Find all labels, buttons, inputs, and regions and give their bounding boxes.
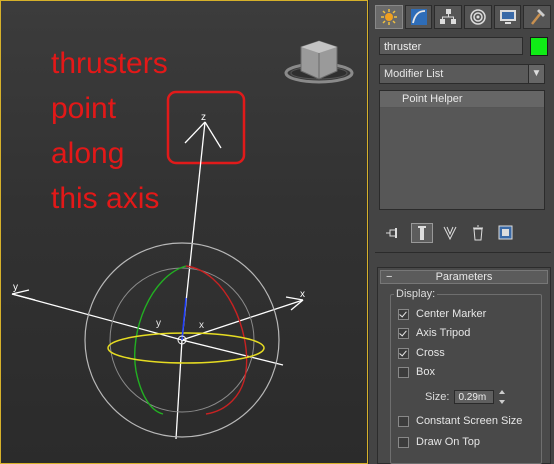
object-color-swatch[interactable] [530, 37, 548, 56]
command-panel-tabs [375, 5, 552, 31]
draw-on-top-option[interactable]: Draw On Top [398, 435, 480, 449]
rotate-gizmo[interactable] [84, 242, 280, 438]
tab-modify[interactable] [404, 5, 433, 29]
cross-checkbox[interactable] [398, 347, 409, 359]
tripod-x-label: x [300, 289, 305, 300]
tab-motion[interactable] [464, 5, 492, 29]
box-option[interactable]: Box [398, 365, 435, 379]
viewport[interactable]: z y x y x thrusters point along this axi… [0, 0, 368, 464]
make-unique-button[interactable] [439, 223, 461, 243]
pin-icon [386, 228, 397, 238]
annotation-text: thrusters point along this axis [51, 41, 168, 221]
tab-display[interactable] [493, 5, 522, 29]
spinner-down-icon[interactable] [499, 400, 506, 404]
draw-on-top-checkbox[interactable] [398, 436, 409, 448]
tripod-z-label: z [201, 112, 206, 123]
fork-icon [443, 226, 457, 240]
show-end-result-button[interactable] [411, 223, 433, 243]
pin-stack-button[interactable] [383, 223, 405, 243]
annotation-line: along [51, 137, 125, 170]
modifier-list-label: Modifier List [384, 68, 444, 80]
axis-tripod-option[interactable]: Axis Tripod [398, 326, 470, 340]
collapse-icon: − [386, 271, 393, 283]
chevron-down-icon[interactable]: ▼ [528, 65, 544, 83]
stack-toolbar [383, 222, 545, 244]
center-x-label: x [199, 320, 204, 331]
size-label: Size: [425, 391, 450, 403]
tab-utilities[interactable] [523, 5, 552, 29]
parameters-rollout: − Parameters Display: Center Marker Axis… [377, 267, 551, 464]
tab-hierarchy[interactable] [434, 5, 463, 29]
constant-screen-size-option[interactable]: Constant Screen Size [398, 414, 522, 428]
size-spinner[interactable] [499, 390, 506, 404]
annotation-line: this axis [51, 182, 160, 215]
cross-label: Cross [416, 347, 445, 359]
hammer-utilities-icon [531, 9, 546, 25]
box-checkbox[interactable] [398, 366, 409, 378]
display-group: Display: Center Marker Axis Tripod Cross… [390, 288, 542, 464]
object-name-field[interactable]: thruster [379, 37, 523, 55]
object-name-row: thruster [379, 37, 549, 57]
modifier-list-dropdown[interactable]: Modifier List ▼ [379, 64, 545, 84]
stack-item-point-helper[interactable]: Point Helper [380, 91, 544, 108]
constant-screen-size-checkbox[interactable] [398, 415, 409, 427]
divider [375, 252, 551, 253]
size-row: Size: 0.29m [425, 389, 506, 405]
center-marker-option[interactable]: Center Marker [398, 307, 486, 321]
center-y-label: y [156, 318, 161, 329]
center-marker-checkbox[interactable] [398, 308, 409, 320]
display-group-label: Display: [394, 288, 438, 300]
command-panel: thruster Modifier List ▼ Point Helper − … [368, 0, 554, 464]
size-input[interactable]: 0.29m [454, 390, 495, 404]
annotation-line: point [51, 92, 117, 125]
view-cube[interactable] [284, 40, 354, 84]
configure-sets-button[interactable] [495, 223, 517, 243]
curve-modify-icon [410, 9, 427, 25]
cross-option[interactable]: Cross [398, 346, 445, 360]
rollout-title: Parameters [435, 271, 493, 283]
sun-create-icon [380, 9, 397, 25]
display-monitor-icon [499, 10, 516, 24]
box-label: Box [416, 366, 435, 378]
center-marker-label: Center Marker [416, 308, 487, 320]
tab-create[interactable] [375, 5, 403, 29]
remove-modifier-button[interactable] [467, 223, 489, 243]
configure-icon [498, 225, 513, 240]
axis-highlight-box [166, 90, 246, 165]
axis-tripod-label: Axis Tripod [416, 327, 471, 339]
draw-on-top-label: Draw On Top [416, 436, 480, 448]
motion-icon [470, 9, 486, 25]
modifier-stack[interactable]: Point Helper [379, 90, 545, 210]
trash-icon [473, 225, 483, 241]
tripod-y-label: y [13, 282, 18, 293]
spinner-up-icon[interactable] [499, 390, 506, 394]
annotation-line: thrusters [51, 47, 168, 80]
parameters-rollout-header[interactable]: − Parameters [380, 270, 548, 284]
axis-tripod-checkbox[interactable] [398, 327, 409, 339]
end-result-icon [418, 226, 426, 240]
constant-screen-size-label: Constant Screen Size [416, 415, 523, 427]
hierarchy-icon [440, 9, 457, 24]
